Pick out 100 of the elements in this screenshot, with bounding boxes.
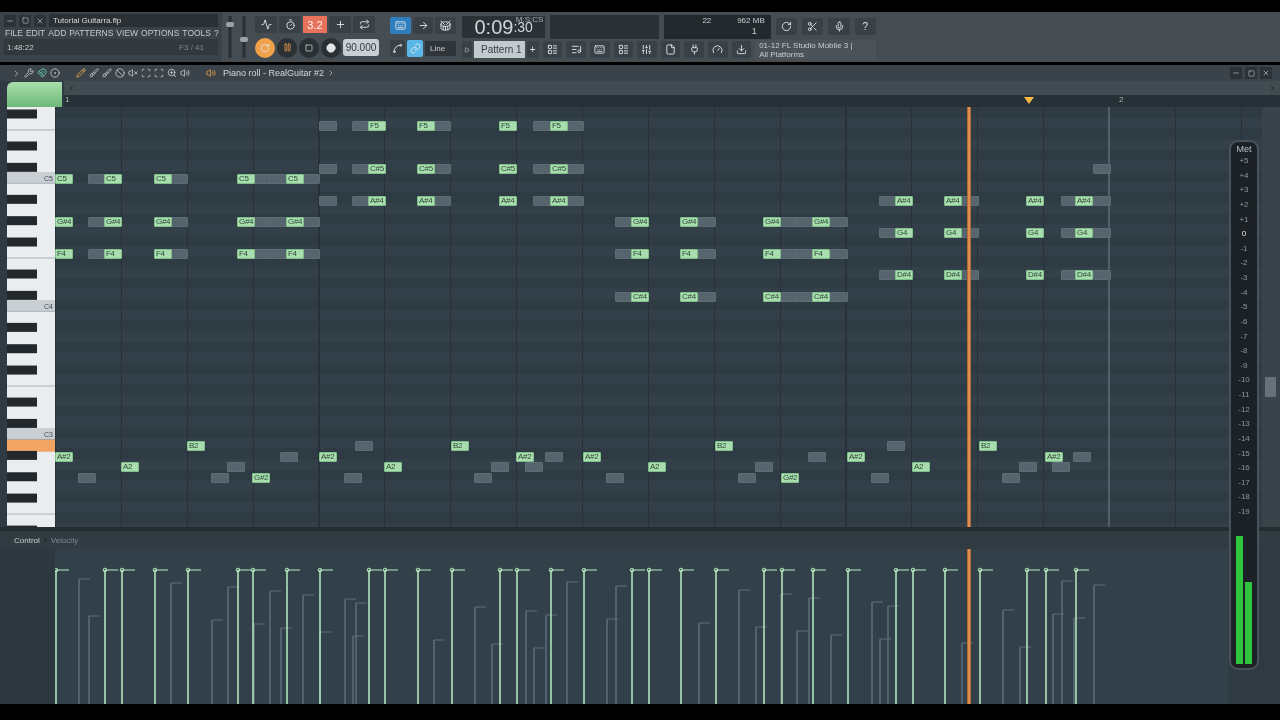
note[interactable]: G#2 (252, 472, 271, 483)
add-pattern-button[interactable]: + (526, 41, 539, 58)
note[interactable]: C#5 (550, 163, 568, 174)
note[interactable]: A#2 (516, 451, 534, 462)
note[interactable]: A2 (912, 461, 930, 472)
note[interactable]: F4 (237, 248, 255, 259)
project-info-button[interactable] (660, 41, 681, 58)
note[interactable]: B2 (979, 440, 997, 451)
velocity-bars-drawing[interactable] (55, 567, 1106, 704)
pause-button[interactable] (277, 37, 297, 58)
note[interactable]: C5 (55, 173, 73, 184)
note[interactable]: C#4 (812, 291, 830, 302)
menu-item[interactable]: ADD (47, 28, 68, 38)
note[interactable]: F4 (812, 248, 830, 259)
note[interactable]: A#2 (55, 451, 73, 462)
pattern-select[interactable]: Pattern 1 (474, 41, 525, 58)
curve-button[interactable] (390, 40, 406, 57)
typing-keyboard-button[interactable] (390, 17, 411, 34)
note[interactable]: C#4 (631, 291, 649, 302)
note[interactable]: G#4 (237, 216, 256, 227)
note[interactable]: F4 (286, 248, 304, 259)
pattern-song-toggle[interactable] (255, 37, 275, 58)
note[interactable]: F5 (417, 120, 435, 131)
snap-select[interactable]: Line (424, 41, 456, 56)
note[interactable]: G4 (1026, 227, 1044, 238)
note[interactable]: A2 (648, 461, 666, 472)
menu-item[interactable]: ? (213, 28, 220, 38)
note[interactable]: A#4 (944, 195, 962, 206)
menu-item[interactable]: PATTERNS (68, 28, 115, 38)
note[interactable]: F4 (154, 248, 172, 259)
note[interactable]: G#4 (680, 216, 699, 227)
note[interactable]: D#4 (1075, 269, 1093, 280)
note[interactable]: B2 (715, 440, 733, 451)
note[interactable]: F5 (550, 120, 568, 131)
note[interactable]: F4 (104, 248, 122, 259)
note[interactable]: C#4 (763, 291, 781, 302)
zoom-handle[interactable] (7, 82, 62, 107)
note[interactable]: F4 (763, 248, 781, 259)
wait-record-button[interactable] (279, 16, 301, 34)
note[interactable]: A#4 (1026, 195, 1044, 206)
menu-item[interactable]: OPTIONS (140, 28, 181, 38)
close-button[interactable] (34, 14, 46, 27)
note[interactable]: G#4 (104, 216, 123, 227)
help-button[interactable]: ? (854, 18, 876, 35)
note[interactable]: C#4 (680, 291, 698, 302)
note[interactable]: G#4 (812, 216, 831, 227)
mixer-button[interactable] (637, 41, 657, 58)
note[interactable]: G#4 (154, 216, 173, 227)
microphone-button[interactable] (828, 18, 850, 35)
note[interactable]: G4 (944, 227, 962, 238)
note[interactable]: A#4 (499, 195, 517, 206)
control-label[interactable]: Control (14, 535, 40, 545)
news-panel[interactable]: 01-12 FL Studio Mobile 3 | All Platforms (755, 39, 876, 60)
note[interactable]: G#4 (286, 216, 305, 227)
plugin-button[interactable] (684, 41, 704, 58)
browser-button[interactable] (613, 41, 634, 58)
note[interactable]: F5 (499, 120, 517, 131)
note[interactable]: C5 (104, 173, 122, 184)
pattern-prev-button[interactable] (462, 41, 472, 58)
vertical-scrollbar[interactable] (1262, 107, 1280, 527)
note[interactable]: C#5 (417, 163, 435, 174)
note[interactable]: A#4 (417, 195, 435, 206)
horizontal-scrollbar[interactable] (64, 81, 1280, 95)
note[interactable]: A2 (121, 461, 139, 472)
note[interactable]: A#4 (895, 195, 913, 206)
step-edit-button[interactable] (412, 17, 434, 34)
note[interactable]: A#2 (583, 451, 601, 462)
note[interactable]: A#4 (368, 195, 386, 206)
scrollbar-thumb[interactable] (1265, 377, 1276, 397)
metronome-button[interactable] (255, 16, 277, 34)
piano-keyboard-drawing[interactable] (6, 107, 55, 527)
menu-item[interactable]: EDIT (24, 28, 47, 38)
playlist-button[interactable] (542, 41, 563, 58)
record-button[interactable] (321, 37, 341, 58)
note[interactable]: B2 (451, 440, 469, 451)
menu-item[interactable]: VIEW (115, 28, 140, 38)
note[interactable]: G#4 (763, 216, 782, 227)
note[interactable]: C5 (154, 173, 172, 184)
timeline-ruler[interactable]: 1 2 (64, 95, 1280, 107)
note[interactable]: F5 (368, 120, 386, 131)
blend-notes-button[interactable] (329, 16, 351, 34)
note[interactable]: G#4 (55, 216, 74, 227)
note[interactable]: A#4 (1075, 195, 1093, 206)
note[interactable]: A#4 (550, 195, 568, 206)
note[interactable]: G#4 (631, 216, 650, 227)
note[interactable]: B2 (187, 440, 205, 451)
note[interactable]: F4 (55, 248, 73, 259)
menu-item[interactable]: TOOLS (181, 28, 213, 38)
note[interactable]: A#2 (1045, 451, 1063, 462)
note[interactable]: C5 (286, 173, 304, 184)
tempo-field[interactable]: 90.000 (343, 39, 379, 57)
note[interactable]: D#4 (895, 269, 913, 280)
note[interactable]: C5 (237, 173, 255, 184)
note[interactable]: F4 (680, 248, 698, 259)
download-button[interactable] (731, 41, 752, 58)
cut-button[interactable] (802, 18, 824, 35)
note[interactable]: F4 (631, 248, 649, 259)
note[interactable]: G#2 (781, 472, 800, 483)
note[interactable]: A2 (384, 461, 402, 472)
piano-roll-grid[interactable] (55, 107, 1262, 527)
